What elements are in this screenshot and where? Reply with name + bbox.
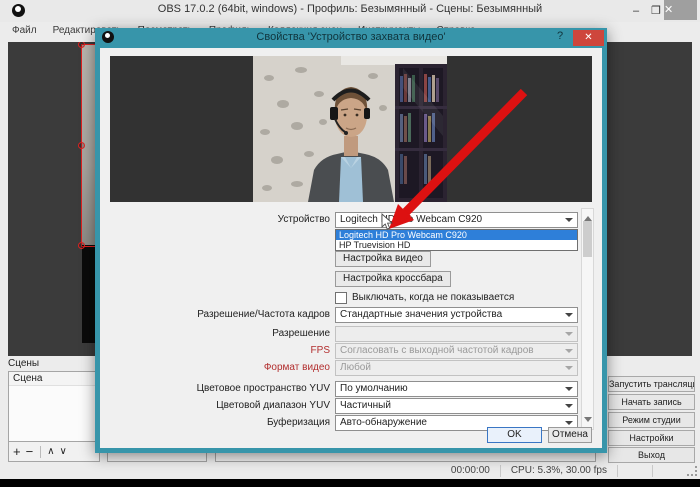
stream-time: 00:00:00 (441, 465, 500, 477)
buffering-label: Буферизация (100, 415, 330, 431)
chevron-down-icon (565, 387, 573, 395)
cancel-button[interactable]: Отмена (548, 427, 592, 443)
scenes-toolbar: + − ∧ ∨ (9, 441, 99, 461)
dialog-close-icon[interactable]: ✕ (573, 30, 604, 46)
chevron-down-icon (565, 349, 573, 357)
video-format-combobox: Любой (335, 360, 578, 376)
properties-dialog: Свойства 'Устройство захвата видео' ? ✕ (95, 28, 607, 453)
combobox-value: Частичный (340, 400, 391, 411)
minimize-icon[interactable]: – (628, 4, 644, 19)
maximize-icon[interactable]: ❐ (648, 4, 664, 19)
chevron-down-icon (565, 313, 573, 321)
dialog-titlebar[interactable]: Свойства 'Устройство захвата видео' ? ✕ (95, 28, 607, 48)
fps-combobox: Согласовать с выходной частотой кадров (335, 343, 578, 359)
chevron-down-icon (565, 218, 573, 226)
move-scene-up-icon[interactable]: ∧ (47, 443, 54, 461)
yuv-colorspace-label: Цветовое пространство YUV (100, 381, 330, 397)
scenes-list: Сцена + − ∧ ∨ (8, 371, 100, 462)
combobox-value: Стандартные значения устройства (340, 309, 502, 320)
help-icon[interactable]: ? (553, 30, 567, 42)
chevron-down-icon (565, 404, 573, 412)
resolution-fps-type-label: Разрешение/Частота кадров (100, 307, 330, 323)
configure-crossbar-button[interactable]: Настройка кроссбара (335, 271, 451, 287)
chevron-down-icon (565, 366, 573, 374)
start-recording-button[interactable]: Начать запись (608, 394, 695, 410)
start-streaming-button[interactable]: Запустить трансляцию (608, 376, 695, 392)
yuv-range-label: Цветовой диапазон YUV (100, 398, 330, 414)
window-title: OBS 17.0.2 (64bit, windows) - Профиль: Б… (0, 3, 700, 15)
selection-handle[interactable] (78, 242, 85, 249)
cpu-fps-status: CPU: 5.3%, 30.00 fps (500, 465, 617, 477)
remove-scene-icon[interactable]: − (26, 443, 34, 461)
resolution-combobox (335, 326, 578, 342)
resolution-fps-type-combobox[interactable]: Стандартные значения устройства (335, 307, 578, 323)
device-combobox-value: Logitech HD Pro Webcam C920 (340, 214, 482, 225)
resize-grip[interactable] (687, 466, 697, 476)
source-black-area (82, 245, 95, 343)
combobox-value: Согласовать с выходной частотой кадров (340, 345, 534, 356)
add-scene-icon[interactable]: + (13, 443, 21, 461)
window-titlebar: OBS 17.0.2 (64bit, windows) - Профиль: Б… (0, 0, 700, 22)
ok-button[interactable]: OK (487, 427, 542, 443)
combobox-value: По умолчанию (340, 383, 408, 394)
status-spacer (617, 465, 652, 477)
settings-button[interactable]: Настройки (608, 430, 695, 446)
scroll-up-icon[interactable] (584, 212, 592, 221)
checkbox-unchecked[interactable] (335, 292, 347, 304)
exit-button[interactable]: Выход (608, 447, 695, 463)
chevron-down-icon (565, 332, 573, 340)
configure-video-button[interactable]: Настройка видео (335, 251, 431, 267)
dialog-content: Устройство Logitech HD Pro Webcam C920 Н… (100, 48, 602, 448)
scenes-panel-header: Сцены (8, 358, 39, 369)
combobox-value: Авто-обнаружение (340, 417, 427, 428)
yuv-range-combobox[interactable]: Частичный (335, 398, 578, 414)
close-icon[interactable]: ✕ (664, 0, 697, 20)
move-scene-down-icon[interactable]: ∨ (60, 443, 67, 461)
scroll-down-icon[interactable] (584, 417, 592, 426)
deactivate-when-hidden-row: Выключать, когда не показывается (335, 292, 514, 304)
device-dropdown-list: Logitech HD Pro Webcam C920 HP Truevisio… (335, 229, 578, 251)
scrollbar-thumb[interactable] (583, 221, 592, 257)
dialog-scrollbar[interactable] (581, 208, 594, 430)
yuv-colorspace-combobox[interactable]: По умолчанию (335, 381, 578, 397)
video-format-label: Формат видео (100, 360, 330, 376)
selection-handle[interactable] (78, 142, 85, 149)
dropdown-option-logitech[interactable]: Logitech HD Pro Webcam C920 (336, 230, 577, 240)
dropdown-option-hp[interactable]: HP Truevision HD (336, 240, 577, 250)
resolution-label: Разрешение (100, 326, 330, 342)
camera-preview (110, 56, 592, 202)
status-bar: 00:00:00 CPU: 5.3%, 30.00 fps (0, 463, 700, 479)
menu-file[interactable]: Файл (4, 22, 45, 40)
combobox-value: Любой (340, 362, 371, 373)
scene-list-item[interactable]: Сцена (9, 372, 99, 386)
device-combobox[interactable]: Logitech HD Pro Webcam C920 (335, 212, 578, 228)
toolbar-divider (40, 446, 41, 458)
status-spacer (652, 465, 687, 477)
studio-mode-button[interactable]: Режим студии (608, 412, 695, 428)
checkbox-label: Выключать, когда не показывается (352, 292, 514, 304)
webcam-video-frame (253, 56, 447, 202)
device-label: Устройство (100, 212, 330, 228)
fps-label: FPS (100, 343, 330, 359)
dialog-title: Свойства 'Устройство захвата видео' (95, 31, 607, 43)
